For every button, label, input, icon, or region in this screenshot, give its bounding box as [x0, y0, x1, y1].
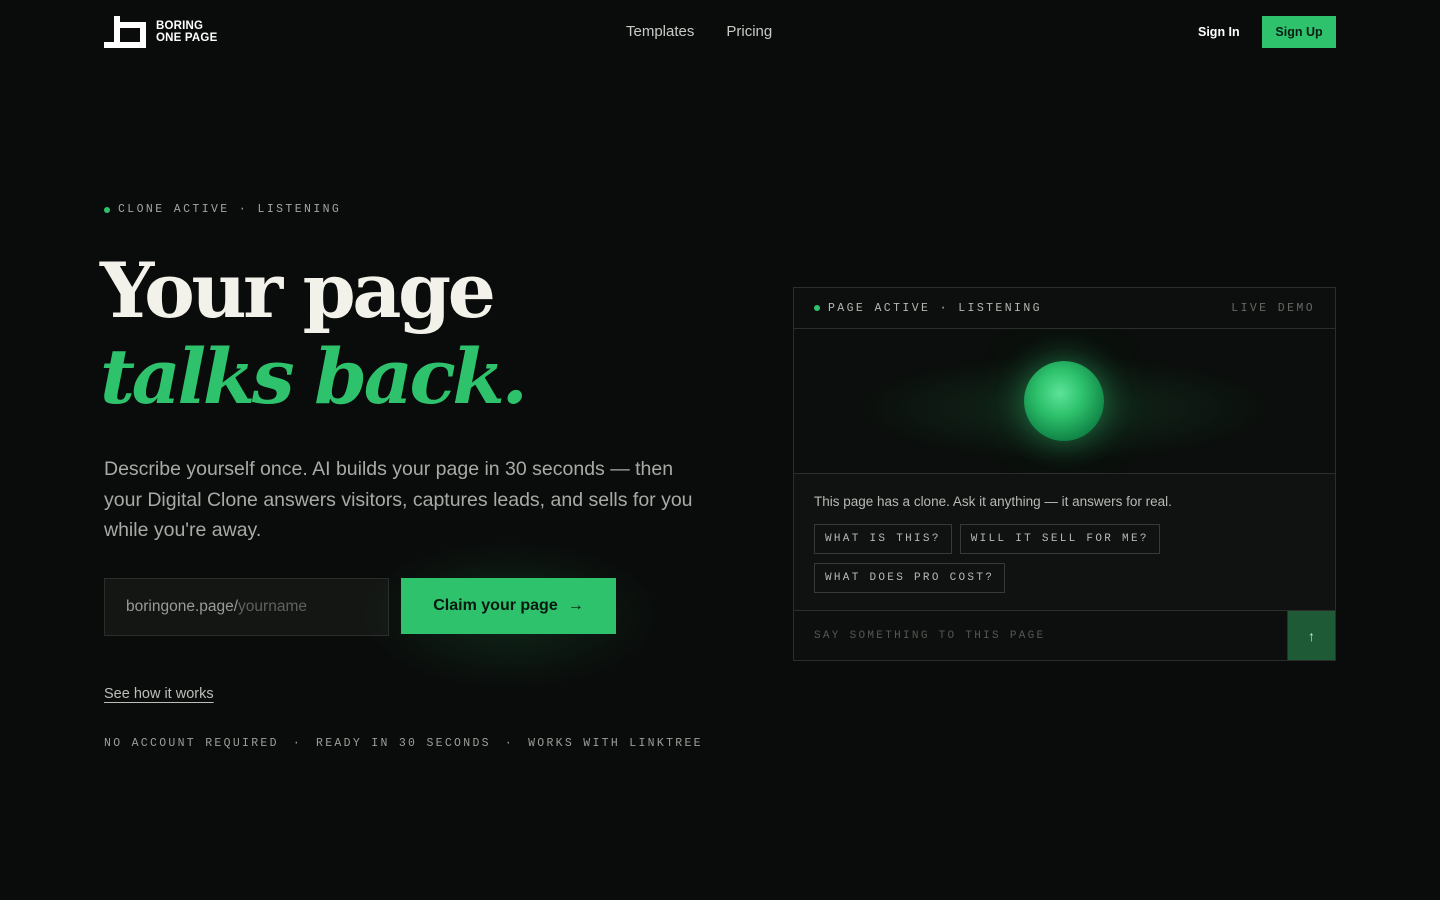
- chip-pro-cost[interactable]: WHAT DOES PRO COST?: [814, 563, 1006, 593]
- send-button[interactable]: ↑: [1287, 611, 1335, 660]
- arrow-up-icon: ↑: [1308, 627, 1315, 644]
- suggestion-chips: WHAT IS THIS? WILL IT SELL FOR ME? WHAT …: [814, 524, 1174, 593]
- nav-templates[interactable]: Templates: [626, 23, 694, 40]
- sign-in-link[interactable]: Sign In: [1198, 25, 1240, 39]
- main-nav: Templates Pricing: [626, 23, 772, 40]
- demo-chat-bar: SAY SOMETHING TO THIS PAGE ↑: [794, 611, 1335, 660]
- hero-headline: Your page talks back.: [100, 246, 528, 421]
- logo-text: BORING ONE PAGE: [156, 20, 217, 44]
- logo-line-1: BORING: [156, 20, 204, 32]
- arrow-right-icon: →: [567, 597, 584, 614]
- claim-page-button[interactable]: Claim your page →: [401, 578, 616, 634]
- hero-description: Describe yourself once. AI builds your p…: [104, 458, 693, 541]
- logo[interactable]: BORING ONE PAGE: [104, 16, 217, 48]
- demo-card-header: PAGE ACTIVE · LISTENING LIVE DEMO: [794, 288, 1335, 329]
- clone-orb-area: [794, 329, 1335, 474]
- chat-input[interactable]: SAY SOMETHING TO THIS PAGE: [794, 611, 1287, 660]
- feature-item: READY IN 30 SECONDS: [316, 737, 491, 750]
- logo-mark-icon: [104, 16, 146, 48]
- demo-card-body: This page has a clone. Ask it anything —…: [794, 474, 1335, 611]
- live-demo-badge: LIVE DEMO: [1231, 301, 1315, 315]
- status-dot-icon: [814, 305, 820, 311]
- feature-separator: ·: [504, 737, 515, 750]
- clone-orb-icon: [1024, 361, 1104, 441]
- headline-line-1: Your page: [100, 246, 496, 335]
- feature-item: WORKS WITH LINKTREE: [528, 737, 703, 750]
- clone-status: CLONE ACTIVE · LISTENING: [104, 203, 341, 216]
- feature-item: NO ACCOUNT REQUIRED: [104, 737, 279, 750]
- sign-up-button[interactable]: Sign Up: [1262, 16, 1336, 48]
- username-url-input[interactable]: boringone.page/yourname: [104, 578, 389, 636]
- live-demo-card: PAGE ACTIVE · LISTENING LIVE DEMO This p…: [793, 287, 1336, 661]
- nav-pricing[interactable]: Pricing: [726, 23, 772, 40]
- logo-line-2: ONE PAGE: [156, 32, 218, 44]
- chip-will-it-sell[interactable]: WILL IT SELL FOR ME?: [959, 524, 1160, 554]
- page-status-text: PAGE ACTIVE · LISTENING: [828, 301, 1042, 315]
- url-prefix: boringone.page/: [126, 598, 239, 615]
- feature-separator: ·: [292, 737, 303, 750]
- page-status: PAGE ACTIVE · LISTENING: [814, 302, 1042, 315]
- headline-line-2: talks back.: [100, 332, 528, 421]
- feature-list: NO ACCOUNT REQUIRED · READY IN 30 SECOND…: [104, 737, 703, 750]
- claim-page-label: Claim your page: [433, 597, 558, 614]
- status-dot-icon: [104, 206, 110, 213]
- url-placeholder: yourname: [238, 598, 307, 615]
- see-how-it-works-link[interactable]: See how it works: [104, 686, 214, 702]
- demo-intro: This page has a clone. Ask it anything —…: [814, 494, 1172, 509]
- clone-status-text: CLONE ACTIVE · LISTENING: [118, 203, 342, 216]
- chip-what-is-this[interactable]: WHAT IS THIS?: [814, 524, 952, 554]
